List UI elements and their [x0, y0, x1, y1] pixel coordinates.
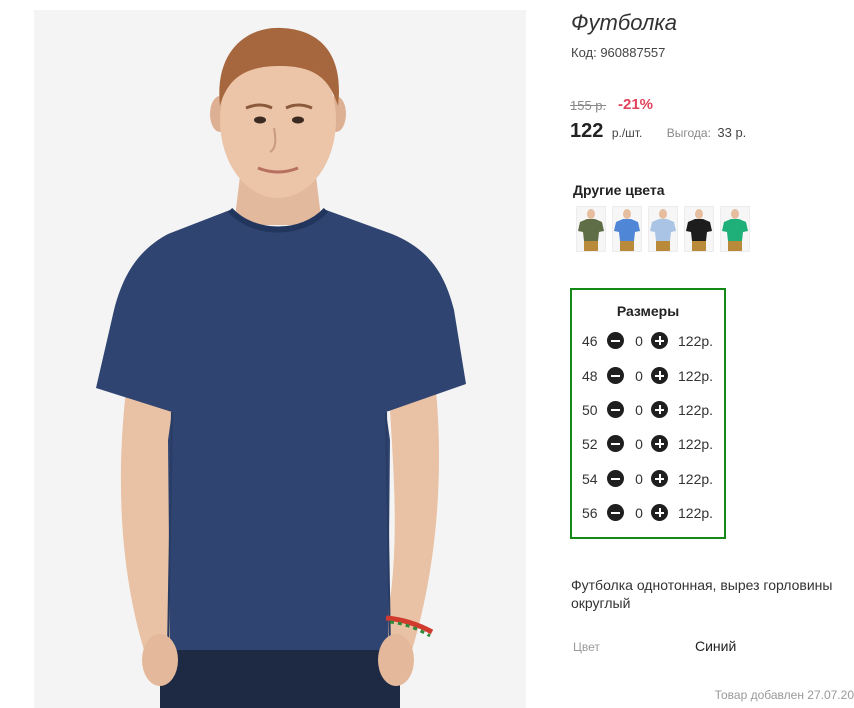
size-row: 46 0 122р. — [572, 331, 724, 351]
decrease-quantity-button[interactable] — [607, 504, 624, 521]
tshirt-thumbnail-icon — [649, 207, 677, 251]
decrease-quantity-button[interactable] — [607, 367, 624, 384]
increase-quantity-button[interactable] — [651, 504, 668, 521]
quantity-value[interactable]: 0 — [631, 402, 647, 418]
tshirt-thumbnail-icon — [613, 207, 641, 251]
other-colors-title: Другие цвета — [573, 182, 665, 198]
decrease-quantity-button[interactable] — [607, 435, 624, 452]
color-swatch-black[interactable] — [684, 206, 714, 252]
size-row: 50 0 122р. — [572, 400, 724, 420]
increase-quantity-button[interactable] — [651, 332, 668, 349]
quantity-value[interactable]: 0 — [631, 436, 647, 452]
color-attribute-value: Синий — [695, 638, 737, 654]
quantity-value[interactable]: 0 — [631, 471, 647, 487]
size-label: 48 — [582, 368, 598, 384]
color-swatch-olive[interactable] — [576, 206, 606, 252]
product-code: Код: 960887557 — [571, 45, 666, 60]
quantity-value[interactable]: 0 — [631, 368, 647, 384]
tshirt-thumbnail-icon — [577, 207, 605, 251]
color-swatch-green[interactable] — [720, 206, 750, 252]
product-description: Футболка однотонная, вырез горловины окр… — [571, 577, 833, 611]
tshirt-model-image — [34, 10, 526, 708]
size-price: 122р. — [678, 505, 714, 521]
size-price: 122р. — [678, 436, 714, 452]
color-swatch-blue[interactable] — [612, 206, 642, 252]
tshirt-thumbnail-icon — [721, 207, 749, 251]
old-price: 155 р. — [570, 98, 607, 113]
benefit-value: 33 р. — [717, 125, 747, 140]
size-label: 50 — [582, 402, 598, 418]
price-row: 122 р./шт. Выгода: 33 р. — [570, 120, 746, 143]
sizes-panel: Размеры 46 0 122р. 48 0 122р. 50 0 122р.… — [570, 288, 726, 539]
decrease-quantity-button[interactable] — [607, 470, 624, 487]
size-price: 122р. — [678, 368, 714, 384]
decrease-quantity-button[interactable] — [607, 401, 624, 418]
size-row: 48 0 122р. — [572, 366, 724, 386]
increase-quantity-button[interactable] — [651, 470, 668, 487]
size-price: 122р. — [678, 402, 714, 418]
increase-quantity-button[interactable] — [651, 435, 668, 452]
current-price: 122 — [570, 120, 604, 142]
quantity-value[interactable]: 0 — [631, 505, 647, 521]
color-attribute-label: Цвет — [573, 640, 600, 654]
size-price: 122р. — [678, 471, 714, 487]
increase-quantity-button[interactable] — [651, 367, 668, 384]
size-label: 46 — [582, 333, 598, 349]
tshirt-thumbnail-icon — [685, 207, 713, 251]
date-added: Товар добавлен 27.07.20 — [714, 688, 854, 702]
size-label: 54 — [582, 471, 598, 487]
product-photo[interactable] — [34, 10, 526, 708]
discount-badge: -21% — [618, 96, 654, 113]
size-label: 56 — [582, 505, 598, 521]
size-row: 56 0 122р. — [572, 503, 724, 523]
size-row: 52 0 122р. — [572, 434, 724, 454]
color-swatch-light-blue[interactable] — [648, 206, 678, 252]
size-price: 122р. — [678, 333, 714, 349]
size-row: 54 0 122р. — [572, 469, 724, 489]
increase-quantity-button[interactable] — [651, 401, 668, 418]
quantity-value[interactable]: 0 — [631, 333, 647, 349]
color-swatches — [576, 206, 750, 252]
sizes-title: Размеры — [616, 303, 680, 319]
benefit-label: Выгода: — [666, 126, 711, 140]
size-label: 52 — [582, 436, 598, 452]
product-title: Футболка — [571, 10, 677, 35]
price-unit: р./шт. — [611, 126, 643, 140]
decrease-quantity-button[interactable] — [607, 332, 624, 349]
